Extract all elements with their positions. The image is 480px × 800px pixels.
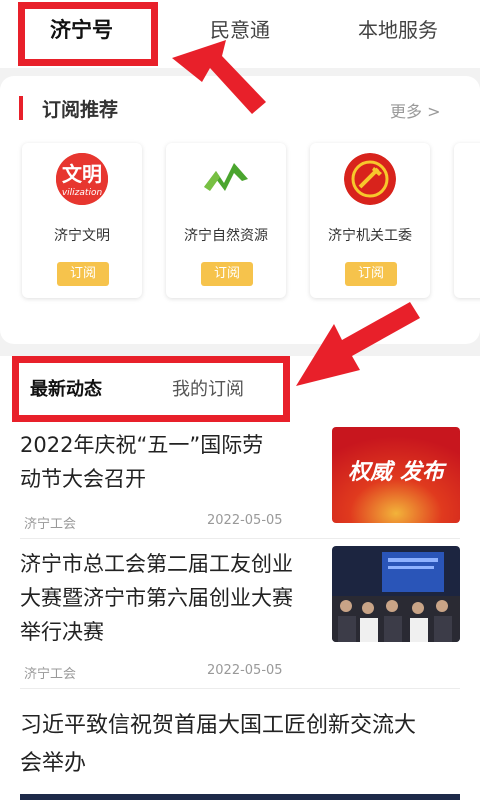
nature-resources-logo — [200, 153, 252, 205]
account-name: 济宁机关工委 — [328, 228, 412, 244]
account-card-jiguan-gongwei[interactable]: 济宁机关工委 订阅 — [310, 143, 430, 298]
news-thumbnail[interactable]: 权威 发布 — [332, 427, 460, 523]
tab-minyitong[interactable]: 民意通 — [210, 14, 270, 43]
account-card-ziran-ziyuan[interactable]: 济宁自然资源 订阅 — [166, 143, 286, 298]
tab-local-services[interactable]: 本地服务 — [358, 14, 438, 43]
news-image-partial — [20, 794, 460, 800]
subscribe-button[interactable]: 订阅 — [201, 262, 253, 286]
news-date: 2022-05-05 — [207, 663, 283, 678]
party-emblem-logo — [344, 153, 396, 205]
news-title[interactable]: 习近平致信祝贺首届大国工匠创新交流大 会举办 — [20, 707, 416, 783]
news-source: 济宁工会 — [24, 667, 77, 682]
svg-text:文明: 文明 — [62, 162, 102, 186]
news-title[interactable]: 济宁市总工会第二届工友创业 大赛暨济宁市第六届创业大赛 举行决赛 — [20, 547, 293, 649]
highlight-box-feed-tab — [12, 356, 290, 422]
section-marker — [19, 96, 23, 120]
red-arrow-icon — [296, 302, 420, 386]
red-arrow-icon — [172, 40, 266, 114]
account-card-partial[interactable] — [454, 143, 480, 298]
divider — [20, 538, 460, 539]
subscribe-button[interactable]: 订阅 — [57, 262, 109, 286]
news-date: 2022-05-05 — [207, 513, 283, 528]
svg-text:权威 发布: 权威 发布 — [348, 459, 447, 485]
news-thumbnail[interactable] — [332, 546, 460, 642]
highlight-box-top-tab — [18, 2, 158, 66]
news-title[interactable]: 2022年庆祝“五一”国际劳 动节大会召开 — [20, 428, 263, 496]
divider — [20, 688, 460, 689]
subscribe-title: 订阅推荐 — [42, 99, 119, 121]
account-name: 济宁自然资源 — [184, 228, 268, 244]
wenming-logo: 文明 vilization — [56, 153, 108, 205]
svg-text:vilization: vilization — [62, 188, 103, 198]
news-source: 济宁工会 — [24, 517, 77, 532]
account-name: 济宁文明 — [54, 228, 110, 244]
account-card-wenming[interactable]: 文明 vilization 济宁文明 订阅 — [22, 143, 142, 298]
more-link[interactable]: 更多 > — [390, 98, 441, 122]
subscribe-button[interactable]: 订阅 — [345, 262, 397, 286]
